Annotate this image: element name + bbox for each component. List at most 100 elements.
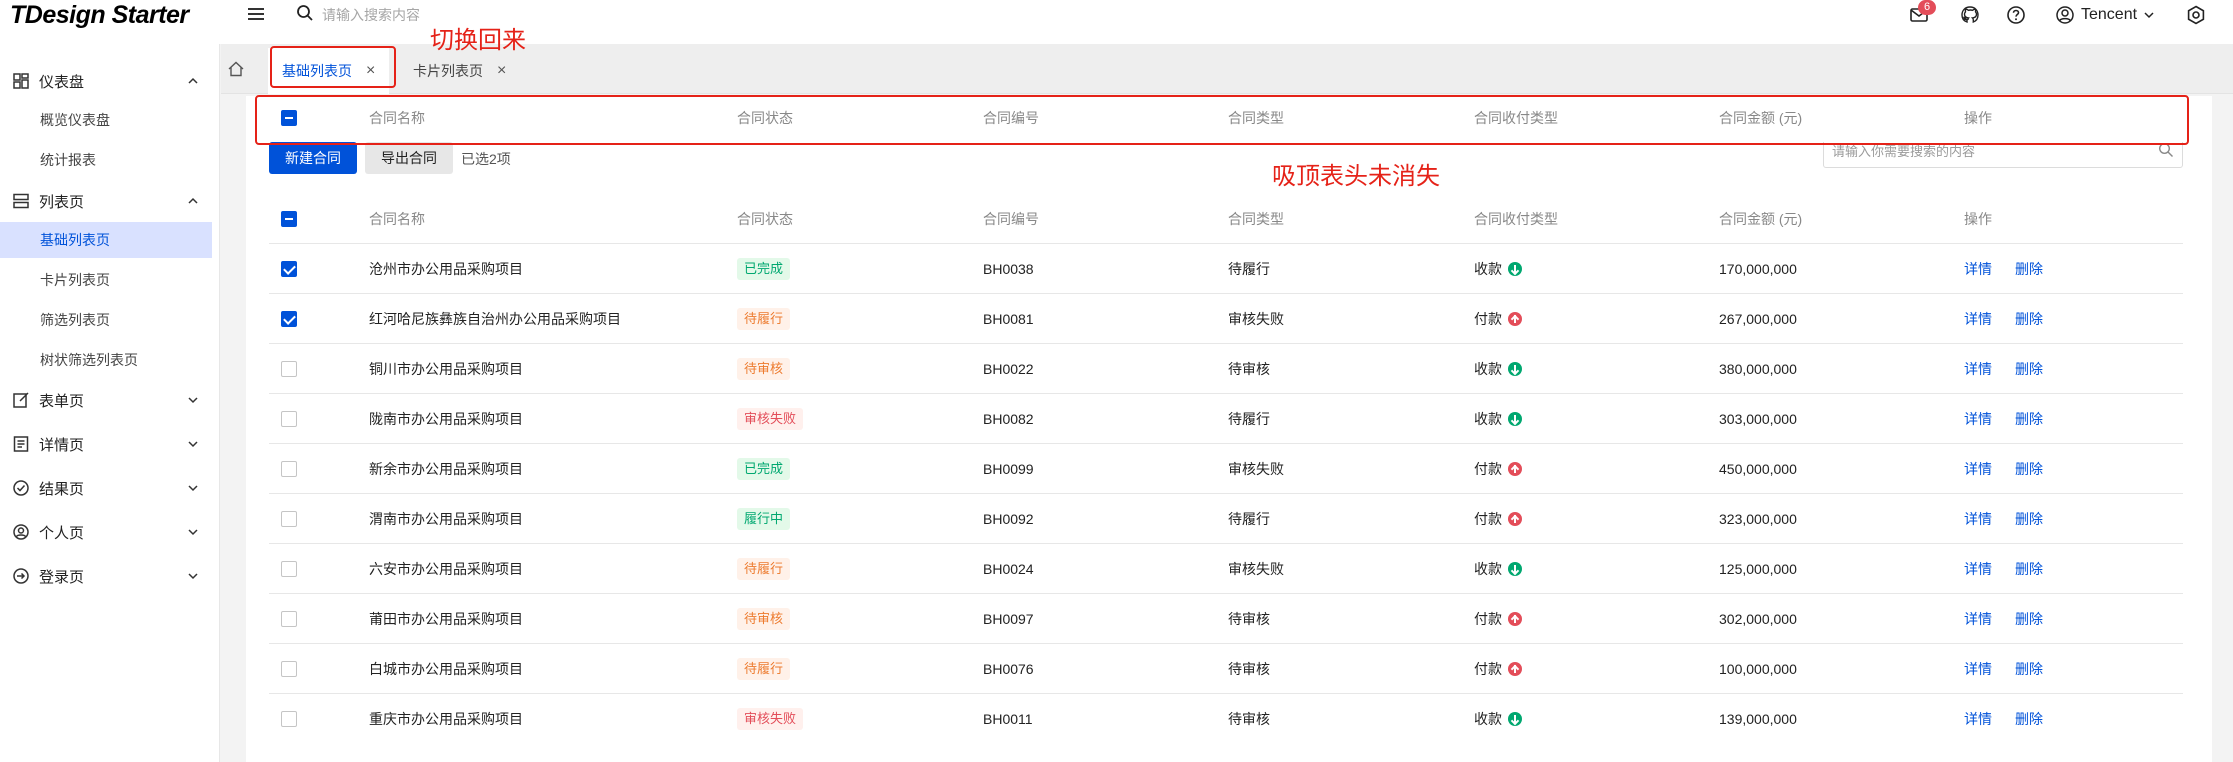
status-badge: 待履行 <box>737 557 791 580</box>
contract-type: 待审核 <box>1228 360 1270 377</box>
sidebar-group-result[interactable]: 结果页 <box>0 468 220 508</box>
selected-count: 已选2项 <box>461 151 511 167</box>
sidebar-group-personal[interactable]: 个人页 <box>0 512 220 552</box>
contract-amount: 139,000,000 <box>1719 710 1797 727</box>
delete-link[interactable]: 删除 <box>2015 259 2043 279</box>
detail-link[interactable]: 详情 <box>1964 259 1992 279</box>
detail-link[interactable]: 详情 <box>1964 409 1992 429</box>
contract-amount: 125,000,000 <box>1719 560 1797 577</box>
row-checkbox[interactable] <box>281 410 297 427</box>
row-checkbox[interactable] <box>281 460 297 477</box>
sidebar-group-detail[interactable]: 详情页 <box>0 424 220 464</box>
row-checkbox[interactable] <box>281 610 297 627</box>
table-row: 白城市办公用品采购项目 待履行 BH0076 待审核 付款 100,000,000 详情 删除 <box>269 643 2183 693</box>
status-badge: 待审核 <box>737 607 791 630</box>
contract-amount: 170,000,000 <box>1719 260 1797 277</box>
contract-amount: 450,000,000 <box>1719 460 1797 477</box>
contract-code: BH0097 <box>983 610 1034 627</box>
detail-link[interactable]: 详情 <box>1964 659 1992 679</box>
user-menu[interactable]: Tencent <box>2055 4 2155 26</box>
detail-link[interactable]: 详情 <box>1964 709 1992 729</box>
contract-type: 待履行 <box>1228 510 1270 527</box>
contract-name: 重庆市办公用品采购项目 <box>369 710 523 727</box>
user-circle-icon <box>13 524 29 540</box>
export-contract-button[interactable]: 导出合同 <box>365 142 453 174</box>
delete-link[interactable]: 删除 <box>2015 709 2043 729</box>
home-icon[interactable] <box>227 60 245 78</box>
delete-link[interactable]: 删除 <box>2015 609 2043 629</box>
status-badge: 审核失败 <box>737 407 804 430</box>
delete-link[interactable]: 删除 <box>2015 409 2043 429</box>
contract-name: 莆田市办公用品采购项目 <box>369 610 523 627</box>
contract-amount: 267,000,000 <box>1719 310 1797 327</box>
sidebar-item-overview[interactable]: 概览仪表盘 <box>0 102 212 138</box>
settings-gear-icon[interactable] <box>2185 4 2207 26</box>
user-name: Tencent <box>2081 6 2138 23</box>
delete-link[interactable]: 删除 <box>2015 359 2043 379</box>
close-icon[interactable]: × <box>497 62 506 80</box>
contract-type: 待审核 <box>1228 610 1270 627</box>
pay-type: 收款 <box>1474 360 1502 377</box>
delete-link[interactable]: 删除 <box>2015 459 2043 479</box>
contract-type: 待履行 <box>1228 410 1270 427</box>
detail-link[interactable]: 详情 <box>1964 309 1992 329</box>
sidebar-group-label: 个人页 <box>39 524 85 542</box>
detail-link[interactable]: 详情 <box>1964 359 1992 379</box>
sidebar-group-label: 仪表盘 <box>39 73 85 91</box>
pay-type: 收款 <box>1474 560 1502 577</box>
logo-text: TDesign Starter <box>10 1 189 29</box>
contract-amount: 303,000,000 <box>1719 410 1797 427</box>
detail-link[interactable]: 详情 <box>1964 609 1992 629</box>
chevron-down-icon <box>188 529 198 536</box>
annotation-switch-back: 切换回来 <box>430 27 526 54</box>
table-row: 莆田市办公用品采购项目 待审核 BH0097 待审核 付款 302,000,000 详情 删除 <box>269 593 2183 643</box>
contract-name: 沧州市办公用品采购项目 <box>369 260 523 277</box>
sidebar-group-login[interactable]: 登录页 <box>0 556 220 596</box>
row-checkbox[interactable] <box>281 510 297 527</box>
pay-type: 付款 <box>1474 460 1502 477</box>
row-checkbox[interactable] <box>281 660 297 677</box>
row-checkbox[interactable] <box>281 310 297 327</box>
arrow-up-circle-icon <box>1508 461 1522 476</box>
sidebar-item-card-list[interactable]: 卡片列表页 <box>0 262 212 298</box>
sidebar: 仪表盘 概览仪表盘 统计报表 列表页 基础列表页 卡片列表页 筛选列表页 树状筛… <box>0 44 220 762</box>
help-icon[interactable] <box>2005 4 2027 26</box>
detail-link[interactable]: 详情 <box>1964 509 1992 529</box>
contract-code: BH0038 <box>983 260 1034 277</box>
github-icon[interactable] <box>1959 4 1981 26</box>
sidebar-item-tree-list[interactable]: 树状筛选列表页 <box>0 342 212 378</box>
row-checkbox[interactable] <box>281 560 297 577</box>
contract-type: 待审核 <box>1228 710 1270 727</box>
row-checkbox[interactable] <box>281 710 297 727</box>
mail-badge: 6 <box>1918 0 1936 15</box>
new-contract-button[interactable]: 新建合同 <box>269 142 357 174</box>
sidebar-item-statistics[interactable]: 统计报表 <box>0 142 212 178</box>
delete-link[interactable]: 删除 <box>2015 559 2043 579</box>
arrow-down-circle-icon <box>1508 411 1522 426</box>
arrow-down-circle-icon <box>1508 261 1522 276</box>
delete-link[interactable]: 删除 <box>2015 509 2043 529</box>
column-header-code: 合同编号 <box>983 211 1039 227</box>
contract-code: BH0092 <box>983 510 1034 527</box>
row-checkbox[interactable] <box>281 360 297 377</box>
contract-name: 红河哈尼族彝族自治州办公用品采购项目 <box>369 310 621 327</box>
row-checkbox[interactable] <box>281 260 297 277</box>
sidebar-item-basic-list[interactable]: 基础列表页 <box>0 222 212 258</box>
sidebar-group-list[interactable]: 列表页 <box>0 181 220 221</box>
pay-type: 付款 <box>1474 510 1502 527</box>
contract-type: 审核失败 <box>1228 560 1284 577</box>
delete-link[interactable]: 删除 <box>2015 309 2043 329</box>
pay-type: 付款 <box>1474 660 1502 677</box>
app-logo[interactable]: TDesign Starter <box>10 1 189 30</box>
sidebar-group-form[interactable]: 表单页 <box>0 380 220 420</box>
sidebar-group-label: 表单页 <box>39 392 85 410</box>
detail-link[interactable]: 详情 <box>1964 559 1992 579</box>
menu-toggle-icon[interactable] <box>244 5 268 29</box>
sidebar-item-filter-list[interactable]: 筛选列表页 <box>0 302 212 338</box>
detail-link[interactable]: 详情 <box>1964 459 1992 479</box>
sidebar-group-dashboard[interactable]: 仪表盘 <box>0 61 220 101</box>
delete-link[interactable]: 删除 <box>2015 659 2043 679</box>
dashboard-icon <box>13 73 29 89</box>
pay-type: 付款 <box>1474 310 1502 327</box>
select-all-checkbox[interactable] <box>281 211 297 227</box>
